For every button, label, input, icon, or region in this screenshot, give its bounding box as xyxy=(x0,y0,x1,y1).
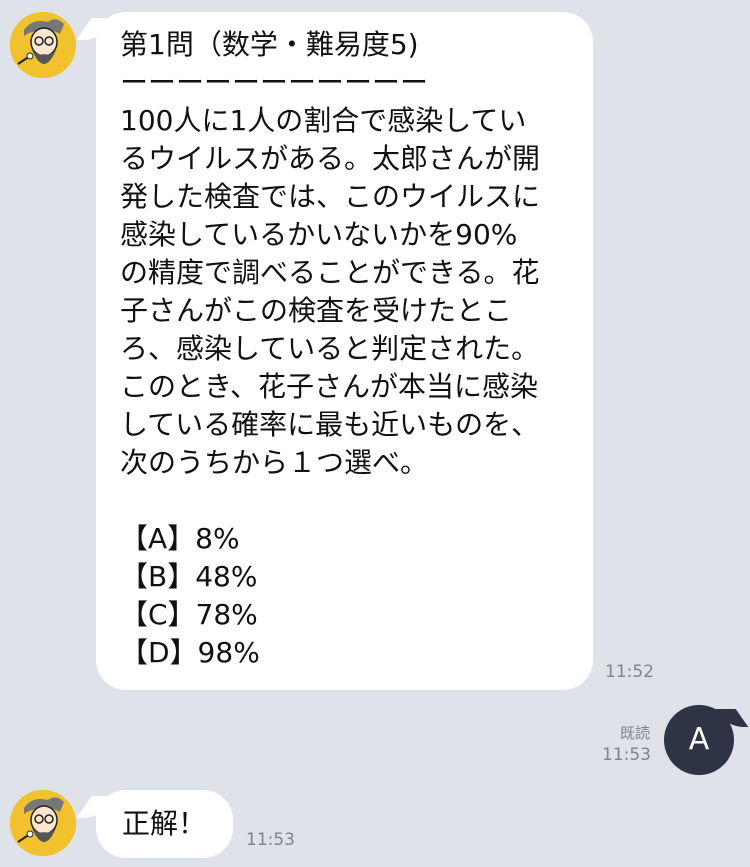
question-body-line: このとき、花子さんが本当に感染 xyxy=(120,370,539,403)
question-body-line: している確率に最も近いものを、 xyxy=(120,408,540,441)
question-body-line: 子さんがこの検査を受けたとこ xyxy=(120,294,513,327)
read-receipt: 既読 xyxy=(619,724,650,742)
answer-text: A xyxy=(688,722,710,757)
answer-timestamp: 11:53 xyxy=(602,745,651,765)
reply-bubble: 正解！ xyxy=(96,790,233,858)
question-title: 第1問（数学・難易度5) xyxy=(120,28,419,61)
question-body-line: 発した検査では、このウイルスに xyxy=(120,180,541,213)
reply-text: 正解！ xyxy=(122,807,207,840)
answer-bubble: A xyxy=(664,705,734,775)
bot-avatar[interactable] xyxy=(10,790,76,856)
question-body-line: 100人に1人の割合で感染してい xyxy=(120,104,527,137)
reply-timestamp: 11:53 xyxy=(246,830,295,850)
question-timestamp: 11:52 xyxy=(605,662,654,682)
bot-avatar[interactable] xyxy=(10,12,76,78)
professor-avatar-icon xyxy=(10,790,76,856)
professor-avatar-icon xyxy=(10,12,76,78)
question-body-line: ろ、感染していると判定された。 xyxy=(120,332,540,365)
divider-line: ーーーーーーーーーーー xyxy=(120,66,429,99)
option-d: 【D】98% xyxy=(120,636,260,669)
option-a: 【A】8% xyxy=(120,522,240,555)
question-text: 第1問（数学・難易度5) ーーーーーーーーーーー 100人に1人の割合で感染して… xyxy=(120,26,593,672)
question-bubble: 第1問（数学・難易度5) ーーーーーーーーーーー 100人に1人の割合で感染して… xyxy=(96,12,593,690)
question-body-line: るウイルスがある。太郎さんが開 xyxy=(120,142,541,175)
question-body-line: の精度で調べることができる。花 xyxy=(120,256,540,289)
question-body-line: 感染しているかいないかを90% xyxy=(120,218,518,251)
question-body-line: 次のうちから１つ選べ。 xyxy=(120,446,429,479)
option-c: 【C】78% xyxy=(120,598,258,631)
option-b: 【B】48% xyxy=(120,560,258,593)
